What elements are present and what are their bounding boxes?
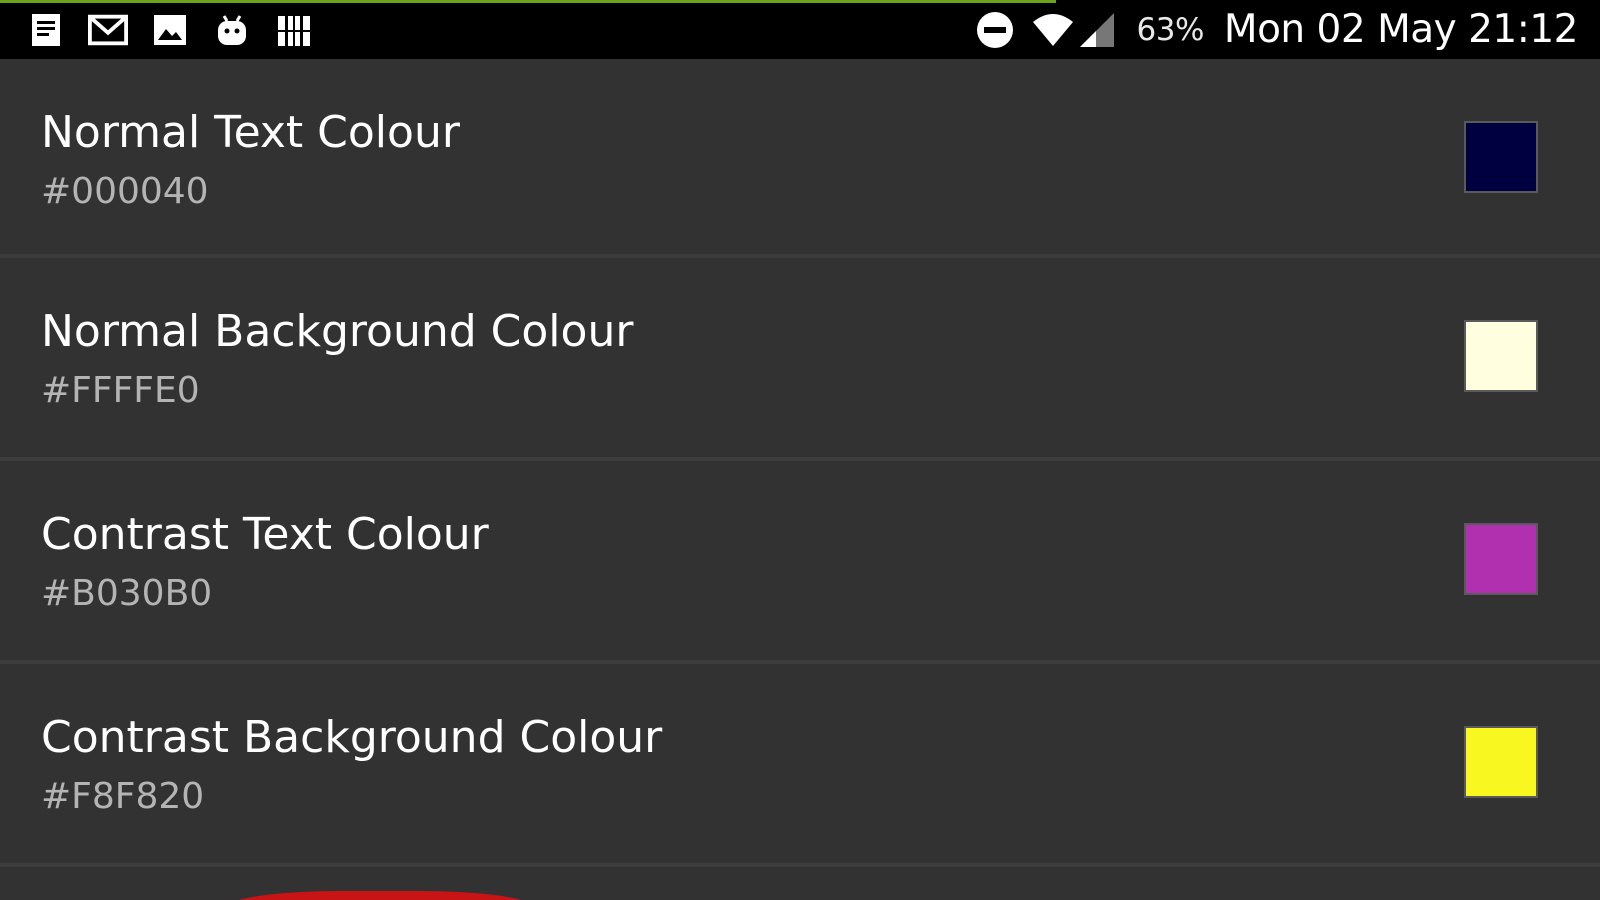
pref-normal-text-colour[interactable]: Normal Text Colour #000040 <box>0 59 1600 258</box>
pref-title: Normal Background Colour <box>41 306 634 357</box>
battery-level: 63% <box>1136 11 1205 48</box>
image-icon <box>150 10 190 50</box>
pref-title: Contrast Background Colour <box>41 712 663 763</box>
colour-swatch[interactable] <box>1464 121 1538 193</box>
pref-value: #F8F820 <box>41 776 205 817</box>
colour-preference-list: Normal Text Colour #000040 Normal Backgr… <box>0 59 1600 867</box>
notes-icon <box>26 10 66 50</box>
pref-value: #FFFFE0 <box>41 370 200 411</box>
do-not-disturb-icon <box>973 10 1017 50</box>
partial-red-button[interactable] <box>230 891 530 900</box>
cell-signal-icon <box>1075 10 1119 50</box>
colour-swatch[interactable] <box>1464 320 1538 392</box>
gmail-icon <box>88 10 128 50</box>
android-icon <box>212 10 252 50</box>
settings-screen: 63% Mon 02 May 21:12 Normal Text Colour … <box>0 0 1600 900</box>
pref-contrast-background-colour[interactable]: Contrast Background Colour #F8F820 <box>0 664 1600 867</box>
barcode-icon <box>274 10 314 50</box>
system-status: 63% Mon 02 May 21:12 <box>973 0 1579 59</box>
status-clock: Mon 02 May 21:12 <box>1223 7 1579 52</box>
colour-swatch[interactable] <box>1464 726 1538 798</box>
pref-value: #000040 <box>41 171 209 212</box>
pref-title: Contrast Text Colour <box>41 509 489 560</box>
wifi-icon <box>1031 10 1075 50</box>
pref-contrast-text-colour[interactable]: Contrast Text Colour #B030B0 <box>0 461 1600 664</box>
notification-icons <box>26 10 314 50</box>
status-bar: 63% Mon 02 May 21:12 <box>0 0 1600 59</box>
pref-value: #B030B0 <box>41 573 213 614</box>
loading-progress-line <box>0 0 1056 3</box>
pref-normal-background-colour[interactable]: Normal Background Colour #FFFFE0 <box>0 258 1600 461</box>
pref-title: Normal Text Colour <box>41 107 460 158</box>
colour-swatch[interactable] <box>1464 523 1538 595</box>
